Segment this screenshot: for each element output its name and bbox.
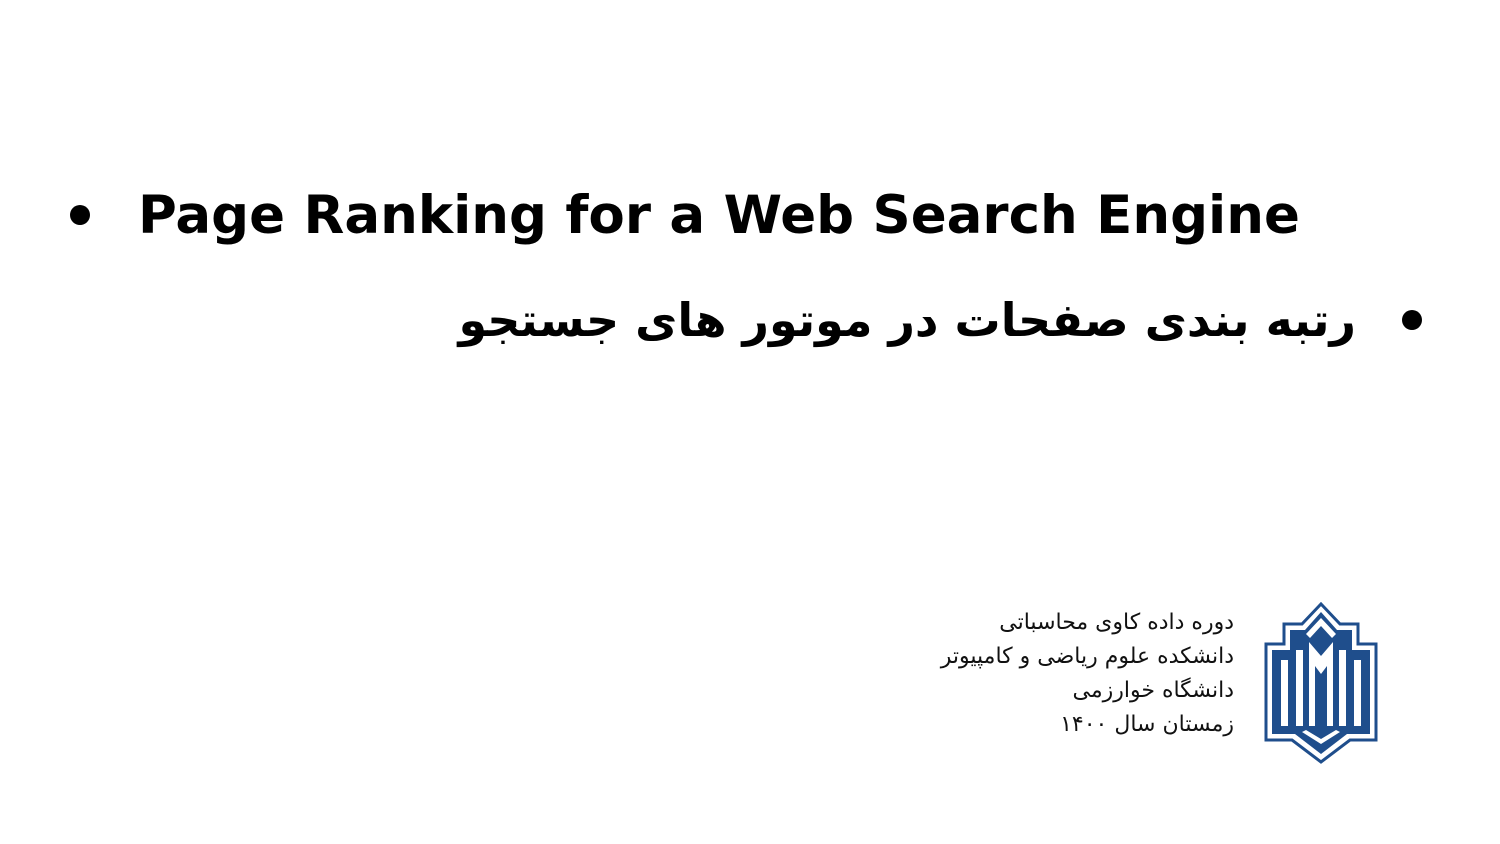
- english-title: Page Ranking for a Web Search Engine: [138, 184, 1300, 246]
- bullet-persian-title: رتبه بندی صفحات در موتور های جستجو: [458, 285, 1422, 355]
- slide: Page Ranking for a Web Search Engine رتب…: [0, 0, 1500, 844]
- persian-title: رتبه بندی صفحات در موتور های جستجو: [458, 293, 1356, 347]
- course-name: دوره داده کاوی محاسباتی: [999, 610, 1234, 635]
- faculty-name: دانشکده علوم ریاضی و کامپیوتر: [940, 644, 1234, 669]
- bullet-dot: [70, 205, 90, 225]
- course-info: دوره داده کاوی محاسباتی دانشکده علوم ریا…: [941, 606, 1234, 742]
- university-emblem-icon: [1264, 602, 1378, 764]
- university-name: دانشگاه خوارزمی: [1072, 678, 1234, 703]
- bullet-dot: [1402, 310, 1422, 330]
- semester: زمستان سال ۱۴۰۰: [1060, 712, 1234, 737]
- bullet-english-title: Page Ranking for a Web Search Engine: [70, 182, 1300, 248]
